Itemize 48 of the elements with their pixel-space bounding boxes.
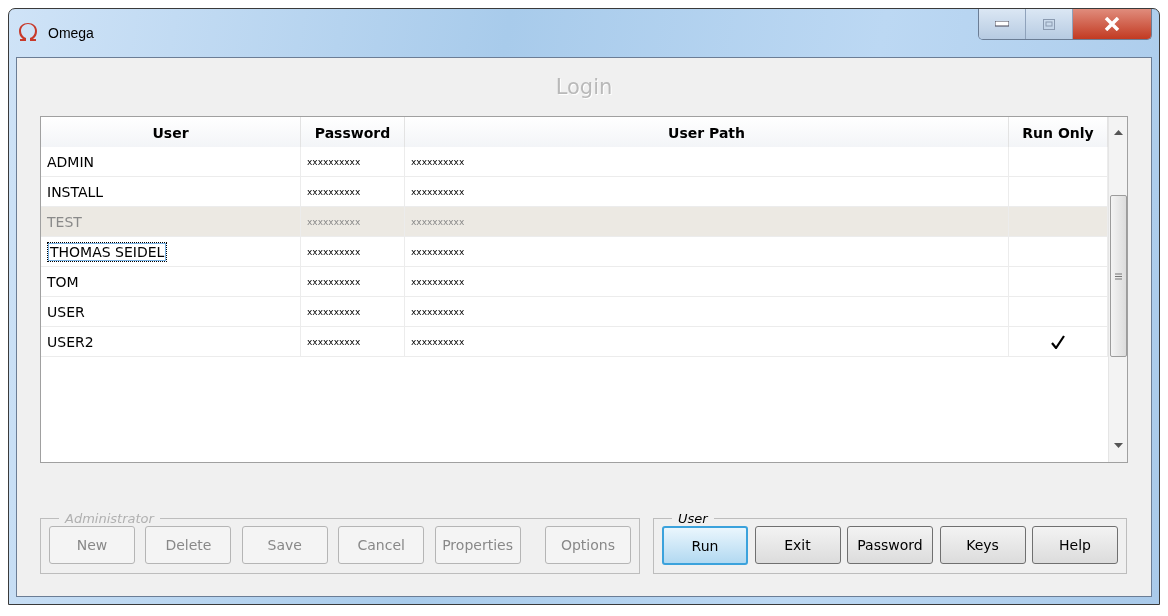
user-path-cell: xxxxxxxxxx xyxy=(405,267,1009,297)
maximize-button[interactable] xyxy=(1025,9,1072,39)
action-button[interactable]: Keys xyxy=(939,526,1026,564)
window-title: Omega xyxy=(48,25,94,41)
password-cell: xxxxxxxxxx xyxy=(301,147,405,177)
user-path-cell: xxxxxxxxxx xyxy=(405,327,1009,357)
run-only-cell[interactable] xyxy=(1009,207,1108,237)
close-button[interactable] xyxy=(1072,9,1151,39)
run-only-cell[interactable] xyxy=(1009,297,1108,327)
password-cell: xxxxxxxxxx xyxy=(301,177,405,207)
group-title: Administrator xyxy=(63,511,156,526)
maximize-icon xyxy=(1043,18,1055,30)
user-path-cell: xxxxxxxxxx xyxy=(405,207,1009,237)
user-path-cell: xxxxxxxxxx xyxy=(405,237,1009,267)
user-path-cell: xxxxxxxxxx xyxy=(405,297,1009,327)
scroll-thumb[interactable] xyxy=(1109,195,1127,357)
user-cell[interactable]: TOM xyxy=(41,267,301,297)
scroll-up-icon[interactable] xyxy=(1113,130,1123,135)
run-only-cell[interactable] xyxy=(1009,177,1108,207)
password-cell: xxxxxxxxxx xyxy=(301,267,405,297)
password-cell: xxxxxxxxxx xyxy=(301,237,405,267)
group-title: User xyxy=(677,511,709,526)
password-cell: xxxxxxxxxx xyxy=(301,207,405,237)
run-only-cell[interactable] xyxy=(1009,267,1108,297)
action-button[interactable]: Exit xyxy=(754,526,841,564)
minimize-button[interactable] xyxy=(979,9,1025,39)
run-only-cell[interactable] xyxy=(1009,147,1108,177)
close-icon xyxy=(1104,17,1120,31)
user-cell[interactable]: ADMIN xyxy=(41,147,301,177)
user-name: THOMAS SEIDEL xyxy=(47,241,168,262)
scroll-down-icon[interactable] xyxy=(1113,443,1123,448)
minimize-icon xyxy=(995,21,1009,27)
action-button[interactable]: Password xyxy=(847,526,933,564)
scrollbar[interactable] xyxy=(1108,117,1127,462)
user-cell[interactable]: INSTALL xyxy=(41,177,301,207)
action-button[interactable]: Help xyxy=(1032,526,1118,564)
user-cell[interactable]: THOMAS SEIDEL xyxy=(41,237,301,267)
run-only-cell[interactable] xyxy=(1009,237,1108,267)
run-only-cell[interactable] xyxy=(1009,327,1108,357)
password-cell: xxxxxxxxxx xyxy=(301,297,405,327)
user-cell[interactable]: USER xyxy=(41,297,301,327)
password-cell: xxxxxxxxxx xyxy=(301,327,405,357)
omega-icon xyxy=(18,23,38,43)
user-cell[interactable]: USER2 xyxy=(41,327,301,357)
check-icon xyxy=(1051,334,1065,349)
user-path-cell: xxxxxxxxxx xyxy=(405,147,1009,177)
action-button[interactable]: Run xyxy=(662,526,748,565)
user-path-cell: xxxxxxxxxx xyxy=(405,177,1009,207)
